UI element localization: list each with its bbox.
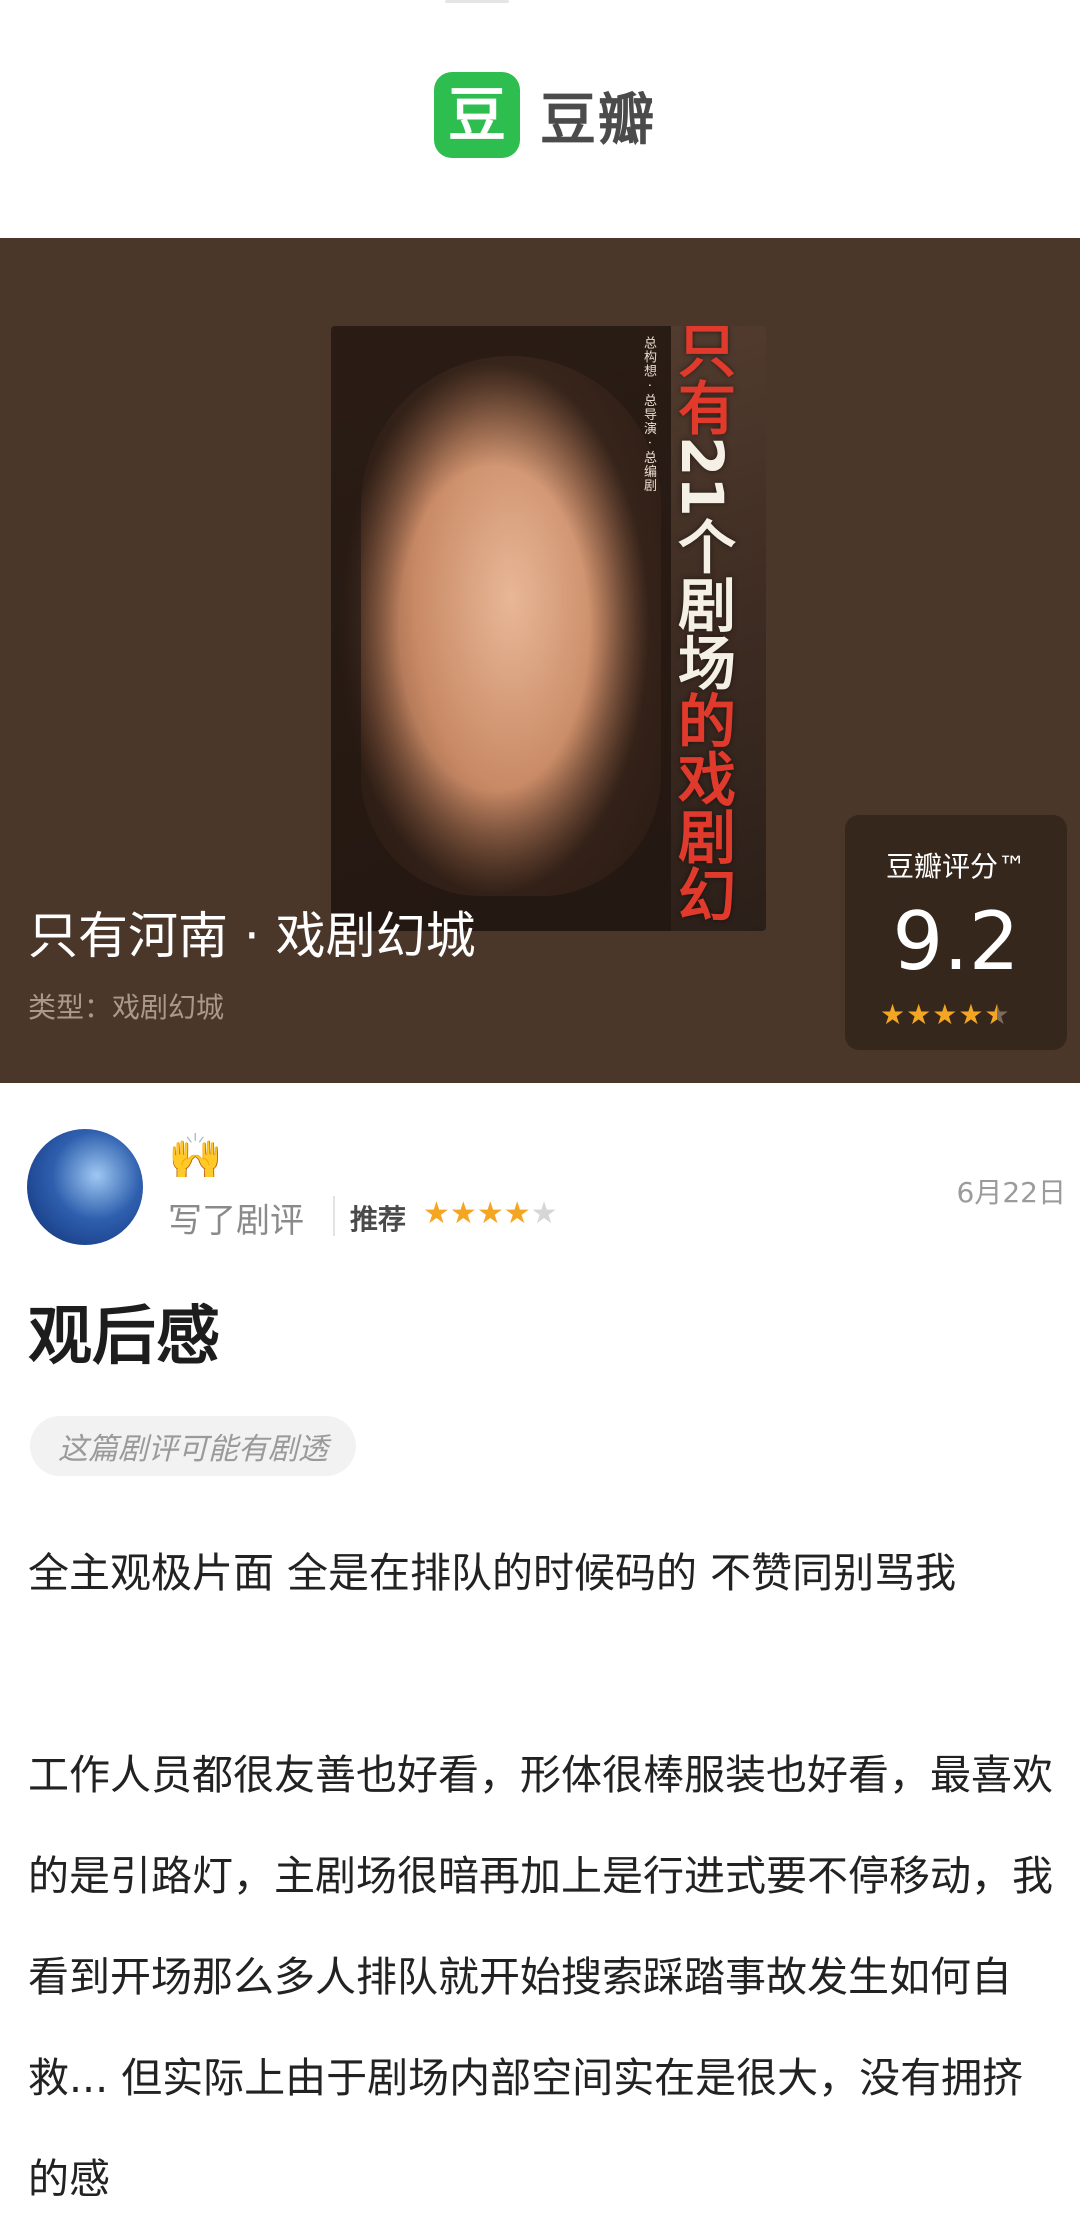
review-title: 观后感: [28, 1300, 220, 1374]
poster-shadow: [331, 326, 671, 931]
review-date: 6月22日: [956, 1176, 1066, 1209]
rating-stars: ★★★★★: [880, 998, 1011, 1031]
star-icon: ★: [880, 998, 907, 1031]
star-icon: ★: [958, 998, 985, 1031]
show-poster[interactable]: 总构想 · 总导演 · 总编剧 只有21个剧场的戏剧幻: [331, 326, 766, 931]
recommend-label: 推荐: [350, 1203, 407, 1236]
top-bar: 豆 豆瓣: [0, 0, 1080, 238]
show-type-value: 戏剧幻城: [112, 991, 225, 1024]
poster-title-line: 剧场: [668, 574, 736, 691]
spoiler-text: 这篇剧评可能有剧透: [58, 1432, 328, 1467]
star-icon: ★: [906, 998, 933, 1031]
poster-title-line: 只有: [668, 326, 736, 436]
review-stars: ★★★★★: [423, 1196, 558, 1231]
empty-star-icon: ★: [530, 1196, 558, 1231]
spoiler-badge: 这篇剧评可能有剧透: [30, 1416, 356, 1476]
star-icon: ★: [423, 1196, 450, 1231]
rating-score: 9.2: [892, 895, 1020, 988]
douban-logo-icon: 豆: [434, 72, 520, 158]
logo-text: 豆瓣: [540, 87, 656, 153]
avatar[interactable]: [27, 1129, 143, 1245]
logo-char: 豆: [447, 81, 506, 149]
show-title[interactable]: 只有河南 · 戏剧幻城: [28, 896, 476, 968]
douban-rating-box: 豆瓣评分™ 9.2 ★★★★★: [845, 815, 1067, 1050]
review-header: 🙌 写了剧评 推荐 ★★★★★ 6月22日: [0, 1083, 1080, 1263]
star-icon: ★: [476, 1196, 504, 1231]
show-type-label: 类型：: [28, 991, 113, 1024]
review-body: 全主观极片面 全是在排队的时候码的 不赞同别骂我 工作人员都很友善也好看，形体很…: [28, 1523, 1058, 2230]
poster-title-line: 的戏剧幻: [668, 690, 736, 923]
star-icon: ★: [503, 1196, 531, 1231]
show-type: 类型：戏剧幻城: [28, 986, 224, 1026]
half-star-icon: ★: [984, 998, 1010, 1031]
poster-credits: 总构想 · 总导演 · 总编剧: [641, 336, 656, 493]
divider: [333, 1196, 335, 1236]
poster-title: 只有21个剧场的戏剧幻: [668, 326, 744, 923]
raised-hands-emoji-icon: 🙌: [168, 1131, 223, 1182]
drag-handle[interactable]: [445, 0, 509, 3]
review-action: 写了剧评: [168, 1201, 304, 1241]
review-paragraph: 全主观极片面 全是在排队的时候码的 不赞同别骂我: [28, 1549, 957, 1597]
star-icon: ★: [449, 1196, 477, 1231]
star-icon: ★: [932, 998, 959, 1031]
douban-logo: 豆 豆瓣: [434, 72, 656, 158]
rating-label: 豆瓣评分™: [885, 850, 1026, 883]
poster-title-line: 21: [668, 436, 736, 517]
show-hero-card[interactable]: 总构想 · 总导演 · 总编剧 只有21个剧场的戏剧幻 只有河南 · 戏剧幻城 …: [0, 238, 1080, 1083]
poster-title-line: 个: [668, 516, 736, 575]
review-paragraph: 工作人员都很友善也好看，形体很棒服装也好看，最喜欢的是引路灯，主剧场很暗再加上是…: [28, 1751, 1053, 2203]
